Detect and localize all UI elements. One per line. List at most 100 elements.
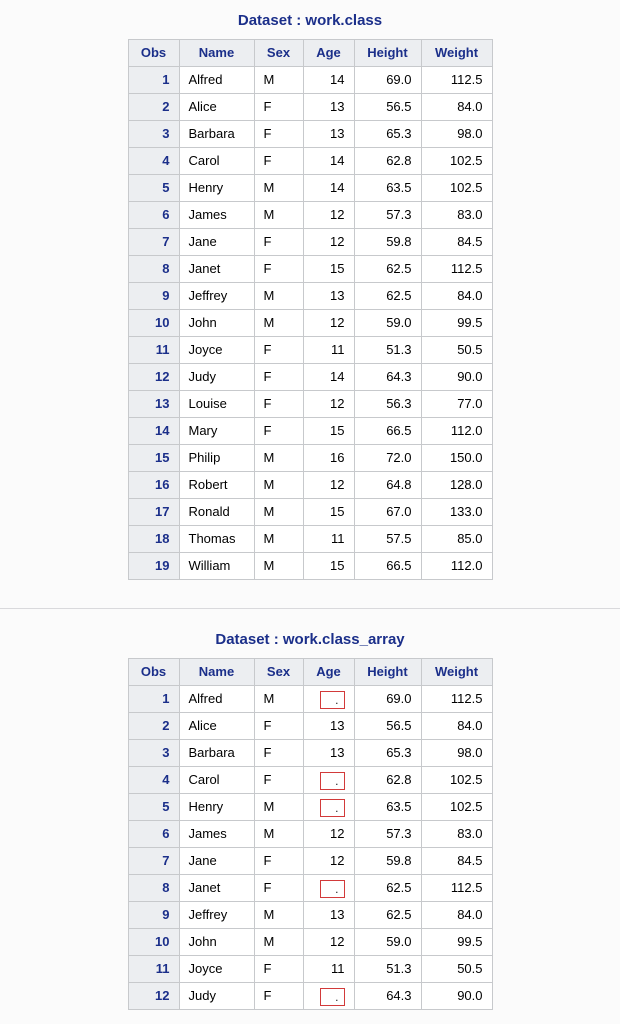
cell-weight: 112.0 xyxy=(421,418,492,445)
missing-value-marker: . xyxy=(320,799,344,817)
dataset-section-1: Dataset : work.class Obs Name Sex Age He… xyxy=(0,0,620,608)
cell-sex: F xyxy=(254,391,303,418)
cell-weight: 98.0 xyxy=(421,121,492,148)
missing-value-marker: . xyxy=(320,691,344,709)
cell-age: 12 xyxy=(303,821,354,848)
table-row: 9JeffreyM1362.584.0 xyxy=(128,902,492,929)
cell-obs: 19 xyxy=(128,553,179,580)
cell-height: 51.3 xyxy=(354,956,421,983)
cell-obs: 4 xyxy=(128,767,179,794)
missing-value-marker: . xyxy=(320,772,344,790)
cell-sex: F xyxy=(254,848,303,875)
cell-weight: 90.0 xyxy=(421,983,492,1010)
table-row: 13LouiseF1256.377.0 xyxy=(128,391,492,418)
cell-weight: 112.5 xyxy=(421,256,492,283)
cell-age: 11 xyxy=(303,526,354,553)
cell-sex: M xyxy=(254,686,303,713)
table-row: 12JudyF.64.390.0 xyxy=(128,983,492,1010)
cell-age: . xyxy=(303,686,354,713)
cell-weight: 102.5 xyxy=(421,148,492,175)
col-age: Age xyxy=(303,659,354,686)
col-age: Age xyxy=(303,40,354,67)
table-row: 7JaneF1259.884.5 xyxy=(128,848,492,875)
cell-age: 16 xyxy=(303,445,354,472)
cell-sex: F xyxy=(254,121,303,148)
table-row: 2AliceF1356.584.0 xyxy=(128,713,492,740)
cell-name: James xyxy=(179,202,254,229)
cell-obs: 2 xyxy=(128,94,179,121)
cell-weight: 84.0 xyxy=(421,902,492,929)
cell-height: 64.8 xyxy=(354,472,421,499)
cell-obs: 4 xyxy=(128,148,179,175)
cell-name: Jane xyxy=(179,229,254,256)
cell-sex: F xyxy=(254,740,303,767)
cell-name: Robert xyxy=(179,472,254,499)
cell-age: 15 xyxy=(303,499,354,526)
table-row: 14MaryF1566.5112.0 xyxy=(128,418,492,445)
cell-height: 59.8 xyxy=(354,229,421,256)
cell-obs: 1 xyxy=(128,686,179,713)
cell-obs: 3 xyxy=(128,121,179,148)
cell-age: 13 xyxy=(303,283,354,310)
cell-name: Jeffrey xyxy=(179,902,254,929)
cell-sex: F xyxy=(254,229,303,256)
cell-sex: F xyxy=(254,256,303,283)
table-row: 12JudyF1464.390.0 xyxy=(128,364,492,391)
cell-name: Judy xyxy=(179,983,254,1010)
table-row: 3BarbaraF1365.398.0 xyxy=(128,121,492,148)
cell-obs: 10 xyxy=(128,929,179,956)
cell-obs: 8 xyxy=(128,256,179,283)
cell-weight: 133.0 xyxy=(421,499,492,526)
cell-name: William xyxy=(179,553,254,580)
cell-age: 13 xyxy=(303,740,354,767)
cell-name: Louise xyxy=(179,391,254,418)
cell-obs: 17 xyxy=(128,499,179,526)
table-row: 5HenryM.63.5102.5 xyxy=(128,794,492,821)
cell-weight: 98.0 xyxy=(421,740,492,767)
cell-weight: 77.0 xyxy=(421,391,492,418)
cell-age: 14 xyxy=(303,67,354,94)
table-row: 17RonaldM1567.0133.0 xyxy=(128,499,492,526)
cell-age: 13 xyxy=(303,713,354,740)
cell-age: . xyxy=(303,983,354,1010)
cell-sex: F xyxy=(254,713,303,740)
cell-name: Joyce xyxy=(179,956,254,983)
cell-height: 56.5 xyxy=(354,713,421,740)
cell-obs: 8 xyxy=(128,875,179,902)
cell-sex: F xyxy=(254,94,303,121)
dataset-title: Dataset : work.class_array xyxy=(0,631,620,648)
cell-sex: M xyxy=(254,794,303,821)
table-body-2: 1AlfredM.69.0112.52AliceF1356.584.03Barb… xyxy=(128,686,492,1010)
cell-age: . xyxy=(303,767,354,794)
cell-weight: 84.0 xyxy=(421,713,492,740)
cell-name: Judy xyxy=(179,364,254,391)
cell-sex: F xyxy=(254,767,303,794)
cell-weight: 84.0 xyxy=(421,283,492,310)
dataset-section-2: Dataset : work.class_array Obs Name Sex … xyxy=(0,609,620,1024)
table-row: 9JeffreyM1362.584.0 xyxy=(128,283,492,310)
cell-sex: F xyxy=(254,956,303,983)
col-sex: Sex xyxy=(254,659,303,686)
cell-weight: 84.5 xyxy=(421,229,492,256)
cell-sex: M xyxy=(254,202,303,229)
cell-height: 65.3 xyxy=(354,121,421,148)
table-row: 8JanetF.62.5112.5 xyxy=(128,875,492,902)
cell-name: Jeffrey xyxy=(179,283,254,310)
cell-height: 56.3 xyxy=(354,391,421,418)
missing-value-marker: . xyxy=(320,880,344,898)
cell-obs: 1 xyxy=(128,67,179,94)
cell-obs: 5 xyxy=(128,175,179,202)
cell-name: Alice xyxy=(179,94,254,121)
cell-name: Carol xyxy=(179,767,254,794)
col-weight: Weight xyxy=(421,40,492,67)
cell-name: Jane xyxy=(179,848,254,875)
cell-age: 14 xyxy=(303,148,354,175)
cell-sex: F xyxy=(254,148,303,175)
table-row: 6JamesM1257.383.0 xyxy=(128,202,492,229)
table-row: 10JohnM1259.099.5 xyxy=(128,310,492,337)
cell-name: Thomas xyxy=(179,526,254,553)
cell-weight: 50.5 xyxy=(421,337,492,364)
cell-height: 69.0 xyxy=(354,686,421,713)
cell-weight: 85.0 xyxy=(421,526,492,553)
cell-age: 12 xyxy=(303,929,354,956)
